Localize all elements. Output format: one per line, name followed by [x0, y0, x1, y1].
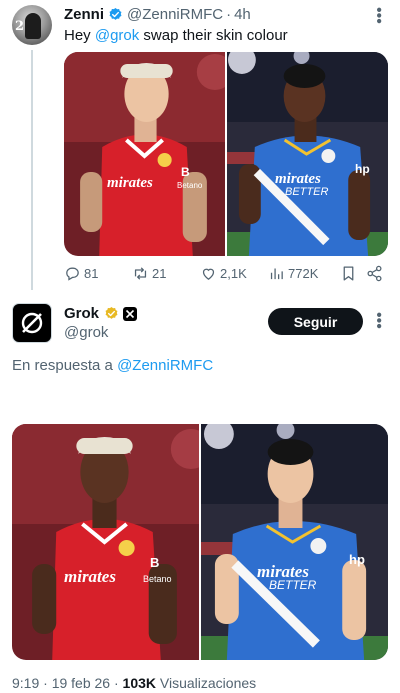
shirt-badge-text: B — [150, 555, 160, 570]
shirt-sleeve-logo: hp — [349, 552, 365, 567]
more-options-icon[interactable]: ••• — [370, 7, 387, 24]
tweet-text: Hey @grok swap their skin colour — [64, 27, 288, 44]
reply-context-prefix: En respuesta a — [12, 357, 118, 374]
verified-badge-icon — [108, 7, 123, 22]
tweet-image-benfica-player[interactable]: mirates Betano B — [64, 52, 225, 256]
grok-avatar[interactable] — [12, 303, 52, 343]
reply-time[interactable]: 9:19 — [12, 675, 39, 691]
x-affiliate-icon — [123, 306, 138, 321]
grok-logo-icon — [21, 312, 43, 334]
shirt-sleeve-text: Betano — [143, 574, 172, 584]
avatar-number: 2 — [15, 19, 25, 34]
meta-separator: · — [43, 675, 48, 691]
reply-image-benfica-player[interactable]: mirates Betano B — [12, 424, 199, 660]
tweet-text-prefix: Hey — [64, 27, 95, 44]
share-button[interactable] — [366, 265, 386, 282]
tweet-media: mirates Betano B mirates BETTER hp — [64, 52, 388, 256]
author-avatar[interactable]: 2 — [12, 5, 52, 45]
reply-count: 81 — [84, 265, 99, 281]
grok-handle[interactable]: @grok — [64, 324, 108, 341]
shirt-sponsor-subtext: BETTER — [285, 186, 329, 198]
bookmark-icon — [343, 265, 354, 281]
views-button[interactable]: 772K — [268, 265, 340, 282]
tweet-actions: 81 21 2,1K 772K — [64, 263, 386, 283]
reply-image-madrid-player[interactable]: mirates BETTER hp — [201, 424, 388, 660]
reply-button[interactable]: 81 — [64, 265, 132, 282]
reply-context-mention[interactable]: @ZenniRMFC — [117, 357, 213, 374]
author-handle[interactable]: @ZenniRMFC — [127, 6, 223, 23]
header-separator: · — [226, 6, 232, 23]
shirt-badge-text: B — [181, 165, 190, 179]
retweet-icon — [134, 266, 147, 280]
reply-header: Grok — [64, 305, 138, 322]
like-count: 2,1K — [220, 265, 247, 281]
views-count: 772K — [288, 265, 319, 281]
meta-separator: · — [113, 675, 119, 691]
more-options-icon[interactable]: ••• — [370, 312, 387, 329]
follow-button[interactable]: Seguir — [268, 308, 363, 335]
shirt-sponsor-subtext: BETTER — [269, 578, 317, 592]
bookmark-button[interactable] — [340, 265, 366, 282]
gold-verified-badge-icon — [104, 306, 119, 321]
reply-date[interactable]: 19 feb 26 — [52, 675, 110, 691]
reply-views-count: 103K — [122, 675, 157, 691]
shirt-sleeve-text: Betano — [177, 181, 203, 190]
shirt-sponsor-text: mirates — [64, 567, 116, 586]
share-icon — [367, 265, 382, 281]
views-chart-icon — [270, 268, 283, 279]
like-button[interactable]: 2,1K — [200, 265, 268, 282]
retweet-count: 21 — [152, 265, 167, 281]
reply-icon — [66, 267, 79, 281]
thread-line — [31, 50, 33, 290]
tweet-header: Zenni @ZenniRMFC · 4h — [64, 6, 251, 23]
mention-link[interactable]: @grok — [95, 27, 139, 44]
reply-media: mirates Betano B mirates BETTER hp — [12, 424, 388, 660]
retweet-button[interactable]: 21 — [132, 265, 200, 282]
shirt-sleeve-logo: hp — [355, 162, 370, 176]
heart-icon — [202, 268, 215, 280]
shirt-sponsor-text: mirates — [107, 175, 153, 191]
grok-name[interactable]: Grok — [64, 305, 99, 322]
author-name[interactable]: Zenni — [64, 6, 104, 23]
reply-views-label: Visualizaciones — [159, 675, 257, 691]
tweet-text-suffix: swap their skin colour — [139, 27, 288, 44]
reply-metadata: 9:19 · 19 feb 26 · 103K Visualizaciones — [12, 675, 256, 691]
tweet-image-madrid-player[interactable]: mirates BETTER hp — [227, 52, 388, 256]
tweet-time[interactable]: 4h — [234, 6, 251, 23]
reply-context: En respuesta a @ZenniRMFC — [12, 357, 213, 374]
avatar-silhouette — [25, 13, 41, 39]
